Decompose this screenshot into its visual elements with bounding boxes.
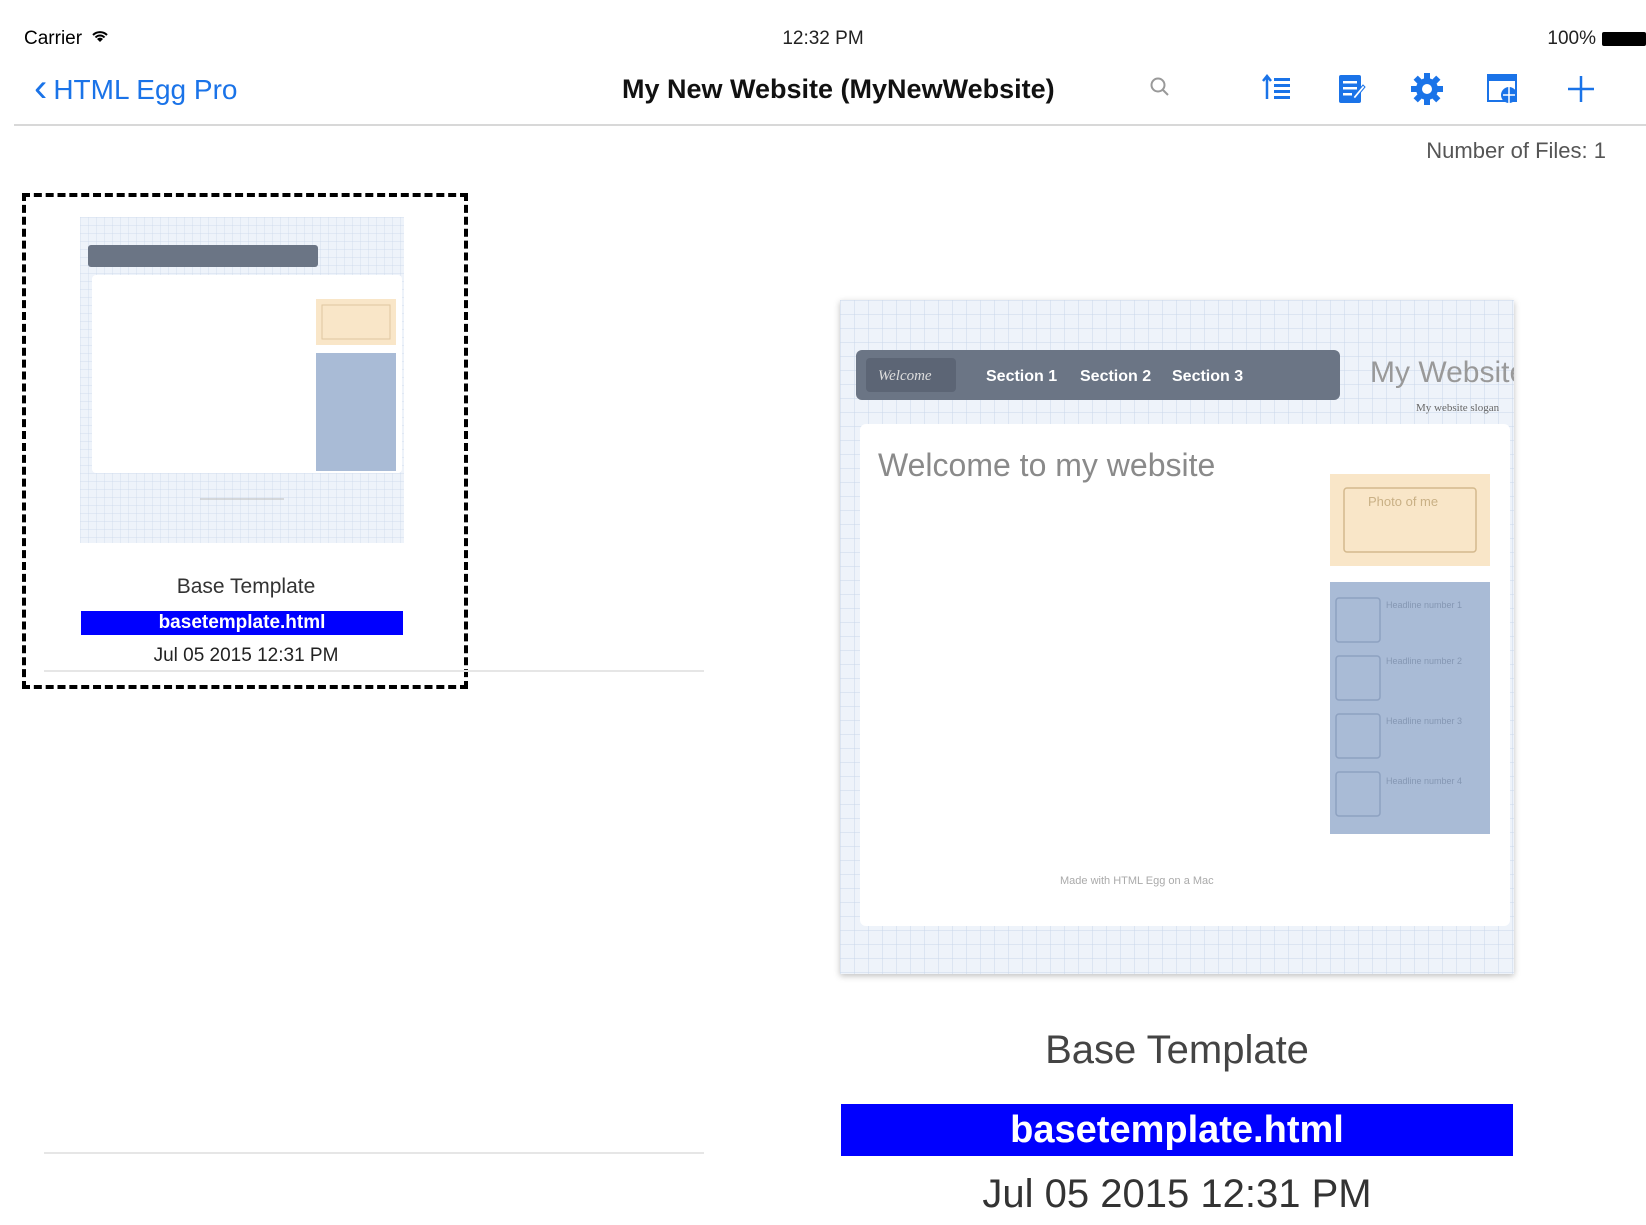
back-button[interactable]: ‹ HTML Egg Pro	[34, 68, 238, 108]
sort-button[interactable]	[1254, 66, 1300, 112]
site-heading: Welcome to my website	[878, 447, 1215, 483]
list-divider	[44, 1152, 704, 1154]
search-field[interactable]	[1080, 66, 1240, 108]
navigation-bar: ‹ HTML Egg Pro My New Website (MyNewWebs…	[14, 60, 1646, 126]
list-divider	[44, 670, 704, 672]
file-thumbnail	[80, 217, 404, 543]
battery-percent: 100%	[1547, 28, 1596, 49]
back-button-label: HTML Egg Pro	[53, 74, 238, 105]
file-date: Jul 05 2015 12:31 PM	[153, 645, 339, 666]
sort-icon	[1262, 73, 1290, 99]
site-headline: Headline number 4	[1386, 776, 1462, 786]
site-headline: Headline number 3	[1386, 716, 1462, 726]
site-nav-item: Section 2	[1080, 368, 1151, 385]
site-slogan: My website slogan	[1416, 402, 1500, 414]
file-name: basetemplate.html	[81, 611, 403, 635]
edit-button[interactable]	[1328, 66, 1374, 112]
file-preview: Welcome Section 1 Section 2 Section 3 My…	[840, 300, 1526, 974]
site-headline: Headline number 2	[1386, 656, 1462, 666]
browser-globe-icon	[1487, 74, 1517, 103]
preview-date: Jul 05 2015 12:31 PM	[982, 1172, 1372, 1216]
add-button[interactable]	[1558, 66, 1604, 112]
edit-document-icon	[1339, 75, 1366, 103]
preview-browser-button[interactable]	[1480, 66, 1526, 112]
file-title: Base Template	[176, 575, 316, 598]
site-nav-item: Section 3	[1172, 368, 1243, 385]
wifi-icon	[90, 28, 110, 50]
page-title: My New Website (MyNewWebsite)	[622, 74, 1055, 104]
search-icon	[1150, 77, 1169, 96]
chevron-left-icon: ‹	[34, 66, 48, 110]
site-photo-label: Photo of me	[1368, 494, 1438, 509]
site-headline: Headline number 1	[1386, 600, 1462, 610]
gear-icon	[1411, 73, 1443, 105]
site-footer: Made with HTML Egg on a Mac	[1060, 875, 1214, 887]
preview-file-name: basetemplate.html	[841, 1104, 1513, 1156]
site-nav-item: Section 1	[986, 368, 1057, 385]
settings-button[interactable]	[1404, 66, 1450, 112]
file-count-label: Number of Files: 1	[1426, 138, 1606, 163]
battery-icon	[1602, 32, 1646, 46]
file-list-item[interactable]: Base Template basetemplate.html Jul 05 2…	[22, 193, 468, 689]
carrier-label: Carrier	[24, 28, 83, 49]
site-title: My Website	[1370, 356, 1514, 389]
preview-title: Base Template	[1045, 1028, 1309, 1072]
plus-icon	[1568, 76, 1594, 102]
site-nav-welcome: Welcome	[878, 368, 932, 384]
